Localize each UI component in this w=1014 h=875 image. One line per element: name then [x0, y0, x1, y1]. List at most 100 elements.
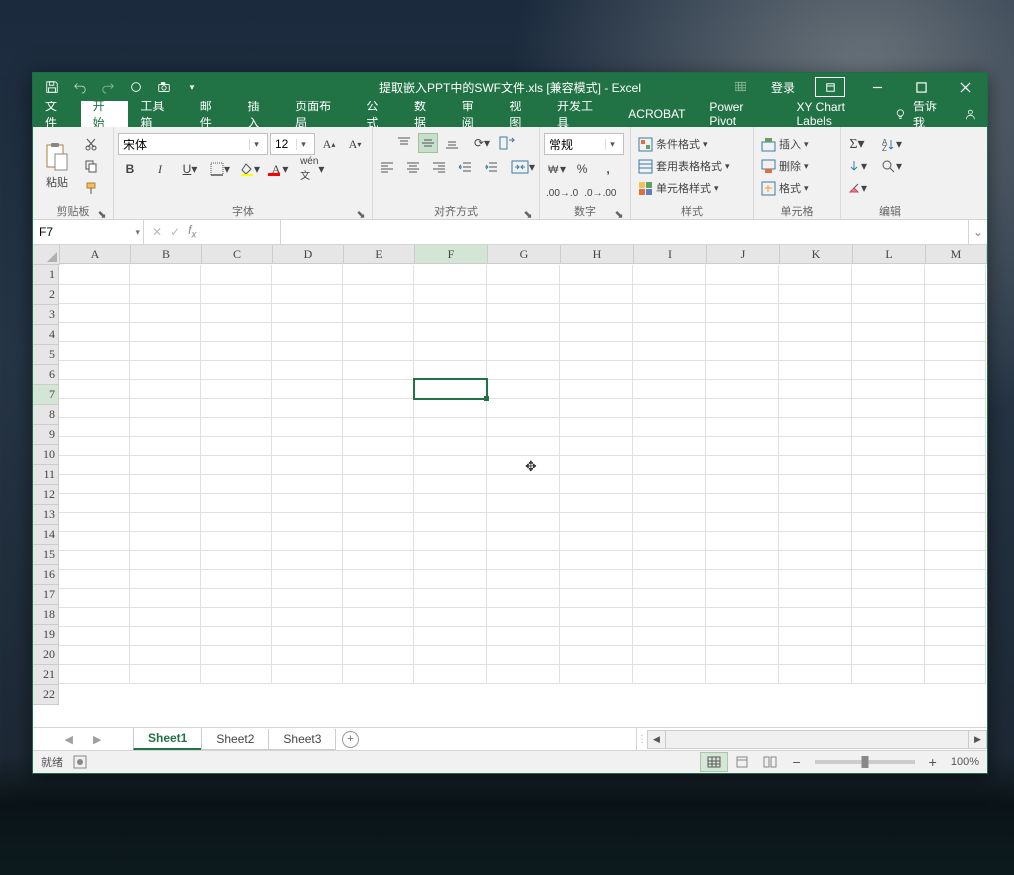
row-header[interactable]: 7: [33, 385, 59, 405]
italic-icon[interactable]: I: [148, 159, 172, 179]
cell[interactable]: [706, 474, 779, 494]
cell[interactable]: [925, 474, 986, 494]
cell[interactable]: [414, 493, 487, 513]
tell-me-link[interactable]: 告诉我: [913, 97, 948, 131]
cell[interactable]: [201, 341, 272, 361]
cell[interactable]: [560, 588, 633, 608]
row-header[interactable]: 10: [33, 445, 59, 465]
cell[interactable]: [852, 322, 925, 342]
row-header[interactable]: 4: [33, 325, 59, 345]
column-header[interactable]: M: [926, 245, 987, 264]
zoom-in-icon[interactable]: +: [929, 754, 937, 770]
decrease-decimal-icon[interactable]: .0→.00: [582, 183, 618, 203]
cell[interactable]: [130, 265, 201, 285]
cell[interactable]: [925, 379, 986, 399]
align-right-icon[interactable]: [427, 157, 451, 177]
font-name-select[interactable]: 宋体▾: [118, 133, 268, 155]
row-header[interactable]: 21: [33, 665, 59, 685]
cell[interactable]: [272, 303, 343, 323]
cell[interactable]: [487, 379, 560, 399]
cell[interactable]: [343, 664, 414, 684]
comma-style-icon[interactable]: ,: [596, 159, 620, 179]
cell[interactable]: [706, 607, 779, 627]
paste-button[interactable]: 粘贴: [37, 133, 77, 199]
cell[interactable]: [487, 436, 560, 456]
cell[interactable]: [201, 645, 272, 665]
cell[interactable]: [706, 303, 779, 323]
cell[interactable]: [59, 379, 130, 399]
cell[interactable]: [343, 626, 414, 646]
cell[interactable]: [343, 455, 414, 475]
cell[interactable]: [706, 284, 779, 304]
cell[interactable]: [706, 360, 779, 380]
cell[interactable]: [852, 360, 925, 380]
cell[interactable]: [560, 474, 633, 494]
cell[interactable]: [130, 303, 201, 323]
percent-icon[interactable]: %: [570, 159, 594, 179]
cell[interactable]: [272, 265, 343, 285]
cell[interactable]: [560, 550, 633, 570]
number-format-select[interactable]: 常规▾: [544, 133, 624, 155]
cell[interactable]: [414, 360, 487, 380]
cell[interactable]: [633, 322, 706, 342]
cell[interactable]: [272, 493, 343, 513]
cell[interactable]: [59, 436, 130, 456]
cell[interactable]: [343, 379, 414, 399]
cell[interactable]: [779, 550, 852, 570]
ribbon-display-options-icon[interactable]: [815, 77, 845, 97]
cell[interactable]: [633, 569, 706, 589]
tab-powerpivot[interactable]: Power Pivot: [697, 101, 784, 127]
cell[interactable]: [706, 398, 779, 418]
cell[interactable]: [925, 455, 986, 475]
cell[interactable]: [487, 588, 560, 608]
cell[interactable]: [130, 512, 201, 532]
cell[interactable]: [414, 455, 487, 475]
cell[interactable]: [925, 265, 986, 285]
cell[interactable]: [487, 398, 560, 418]
cell[interactable]: [487, 531, 560, 551]
cell[interactable]: [706, 569, 779, 589]
cell[interactable]: [706, 588, 779, 608]
cell[interactable]: [852, 436, 925, 456]
cell[interactable]: [414, 284, 487, 304]
cell-style-button[interactable]: 单元格样式▾: [635, 178, 749, 198]
cell[interactable]: [272, 360, 343, 380]
cell[interactable]: [272, 379, 343, 399]
tab-home[interactable]: 开始: [81, 101, 129, 127]
cell[interactable]: [59, 664, 130, 684]
cell[interactable]: [201, 303, 272, 323]
cell[interactable]: [560, 398, 633, 418]
table-format-button[interactable]: 套用表格格式▾: [635, 156, 749, 176]
cell[interactable]: [414, 550, 487, 570]
column-header[interactable]: F: [415, 245, 488, 264]
cell[interactable]: [130, 664, 201, 684]
cell[interactable]: [779, 474, 852, 494]
cell[interactable]: [343, 417, 414, 437]
row-header[interactable]: 13: [33, 505, 59, 525]
cell[interactable]: [706, 550, 779, 570]
cell[interactable]: [201, 626, 272, 646]
cell[interactable]: [852, 284, 925, 304]
row-header[interactable]: 1: [33, 265, 59, 285]
cell[interactable]: [272, 455, 343, 475]
cell[interactable]: [925, 322, 986, 342]
cell[interactable]: [560, 626, 633, 646]
cell[interactable]: [487, 265, 560, 285]
column-header[interactable]: A: [60, 245, 131, 264]
increase-font-icon[interactable]: A▴: [317, 134, 341, 154]
name-box[interactable]: F7▾: [33, 220, 144, 244]
tab-mail[interactable]: 邮件: [188, 101, 236, 127]
autosum-icon[interactable]: Σ▾: [845, 134, 869, 154]
cell[interactable]: [201, 474, 272, 494]
cell[interactable]: [852, 512, 925, 532]
cell[interactable]: [852, 474, 925, 494]
cell[interactable]: [130, 588, 201, 608]
cell[interactable]: [343, 322, 414, 342]
minimize-button[interactable]: [855, 73, 899, 101]
phonetic-guide-icon[interactable]: wén文▾: [298, 159, 326, 179]
cell[interactable]: [272, 550, 343, 570]
increase-indent-icon[interactable]: [479, 157, 503, 177]
cell[interactable]: [925, 607, 986, 627]
cell[interactable]: [779, 664, 852, 684]
row-header[interactable]: 16: [33, 565, 59, 585]
